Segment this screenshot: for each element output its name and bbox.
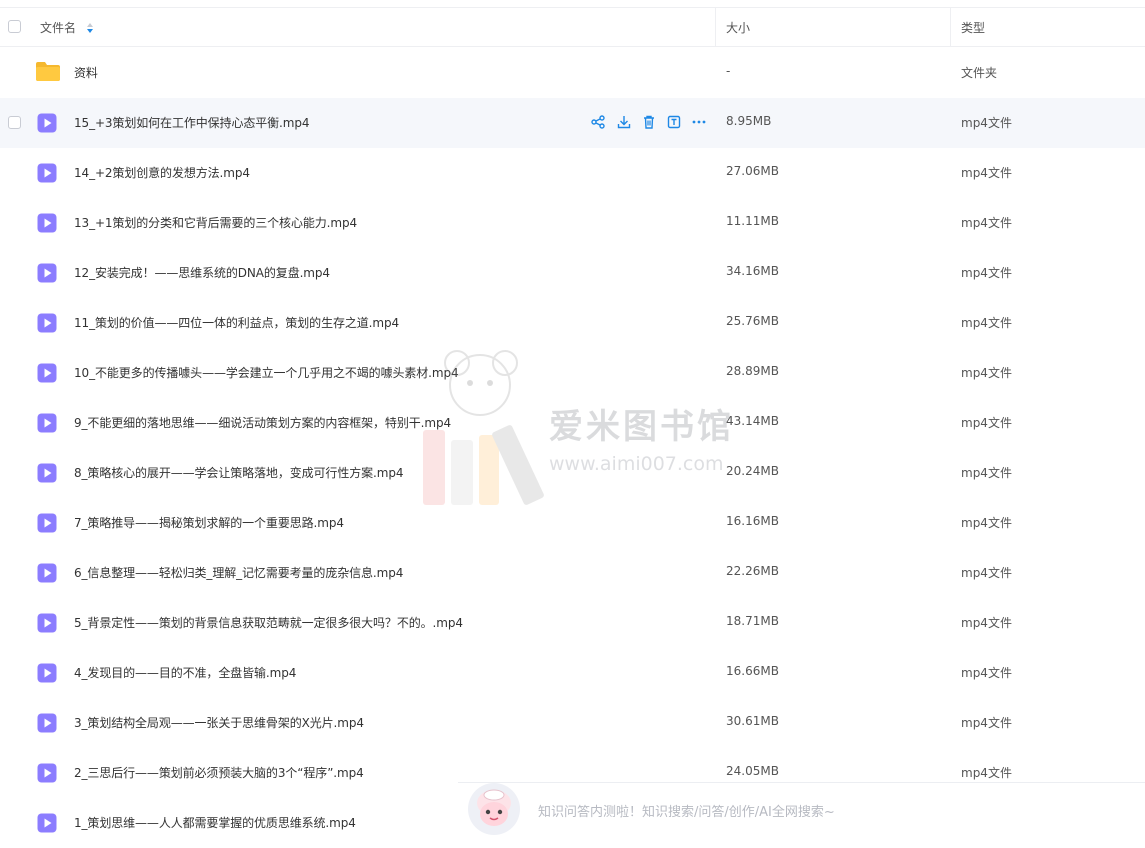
file-name[interactable]: 15_+3策划如何在工作中保持心态平衡.mp4 bbox=[74, 114, 310, 131]
file-type: mp4文件 bbox=[961, 366, 1012, 380]
file-size: 34.16MB bbox=[726, 264, 779, 278]
file-row[interactable]: 13_+1策划的分类和它背后需要的三个核心能力.mp4 11.11MB mp4文件 bbox=[0, 198, 1145, 248]
file-name[interactable]: 11_策划的价值——四位一体的利益点，策划的生存之道.mp4 bbox=[74, 314, 399, 331]
file-type: 文件夹 bbox=[961, 66, 998, 80]
file-name[interactable]: 6_信息整理——轻松归类_理解_记忆需要考量的庞杂信息.mp4 bbox=[74, 564, 403, 581]
rename-icon[interactable] bbox=[666, 114, 682, 130]
file-row[interactable]: 11_策划的价值——四位一体的利益点，策划的生存之道.mp4 25.76MB mp4… bbox=[0, 298, 1145, 348]
video-file-icon bbox=[37, 563, 57, 583]
ai-assistant-bar[interactable]: 知识问答内测啦！知识搜索/问答/创作/AI全网搜索~ bbox=[458, 782, 1145, 835]
file-list-header: 文件名 大小 类型 bbox=[0, 7, 1145, 47]
sort-icon[interactable] bbox=[86, 22, 94, 34]
video-file-icon bbox=[37, 163, 57, 183]
video-file-icon bbox=[37, 113, 57, 133]
select-all-checkbox[interactable] bbox=[8, 20, 21, 33]
download-icon[interactable] bbox=[616, 114, 632, 130]
file-name[interactable]: 13_+1策划的分类和它背后需要的三个核心能力.mp4 bbox=[74, 214, 357, 231]
video-file-icon bbox=[37, 363, 57, 383]
file-row[interactable]: 3_策划结构全局观——一张关于思维骨架的X光片.mp4 30.61MB mp4文件 bbox=[0, 698, 1145, 748]
file-size: 22.26MB bbox=[726, 564, 779, 578]
file-name[interactable]: 14_+2策划创意的发想方法.mp4 bbox=[74, 164, 250, 181]
column-header-size[interactable]: 大小 bbox=[726, 19, 750, 36]
file-type: mp4文件 bbox=[961, 766, 1012, 780]
file-size: 25.76MB bbox=[726, 314, 779, 328]
file-type: mp4文件 bbox=[961, 166, 1012, 180]
file-row[interactable]: 12_安装完成！——思维系统的DNA的复盘.mp4 34.16MB mp4文件 bbox=[0, 248, 1145, 298]
file-size: 30.61MB bbox=[726, 714, 779, 728]
file-size: 28.89MB bbox=[726, 364, 779, 378]
file-name[interactable]: 10_不能更多的传播噱头——学会建立一个几乎用之不竭的噱头素材.mp4 bbox=[74, 364, 459, 381]
file-size: 8.95MB bbox=[726, 114, 772, 128]
video-file-icon bbox=[37, 263, 57, 283]
video-file-icon bbox=[37, 413, 57, 433]
file-name[interactable]: 2_三思后行——策划前必须预装大脑的3个“程序”.mp4 bbox=[74, 764, 364, 781]
video-file-icon bbox=[37, 313, 57, 333]
column-divider[interactable] bbox=[715, 8, 716, 47]
folder-row[interactable]: 资料 - 文件夹 bbox=[0, 48, 1145, 98]
file-name[interactable]: 9_不能更细的落地思维——细说活动策划方案的内容框架，特别干.mp4 bbox=[74, 414, 451, 431]
file-type: mp4文件 bbox=[961, 566, 1012, 580]
file-type: mp4文件 bbox=[961, 666, 1012, 680]
file-type: mp4文件 bbox=[961, 466, 1012, 480]
file-size: 27.06MB bbox=[726, 164, 779, 178]
file-row[interactable]: 9_不能更细的落地思维——细说活动策划方案的内容框架，特别干.mp4 43.14M… bbox=[0, 398, 1145, 448]
row-checkbox[interactable] bbox=[8, 116, 21, 129]
column-divider[interactable] bbox=[950, 8, 951, 47]
video-file-icon bbox=[37, 613, 57, 633]
folder-icon bbox=[36, 62, 60, 81]
file-type: mp4文件 bbox=[961, 616, 1012, 630]
delete-icon[interactable] bbox=[641, 114, 657, 130]
file-row[interactable]: 8_策略核心的展开——学会让策略落地，变成可行性方案.mp4 20.24MB mp4… bbox=[0, 448, 1145, 498]
ai-mascot-icon[interactable] bbox=[466, 781, 522, 837]
file-name[interactable]: 资料 bbox=[74, 64, 98, 81]
file-size: 11.11MB bbox=[726, 214, 779, 228]
file-row[interactable]: 4_发现目的——目的不准，全盘皆输.mp4 16.66MB mp4文件 bbox=[0, 648, 1145, 698]
file-size: 18.71MB bbox=[726, 614, 779, 628]
file-row[interactable]: 5_背景定性——策划的背景信息获取范畴就一定很多很大吗？不的。.mp4 18.71… bbox=[0, 598, 1145, 648]
ai-prompt-text[interactable]: 知识问答内测啦！知识搜索/问答/创作/AI全网搜索~ bbox=[538, 801, 835, 820]
video-file-icon bbox=[37, 463, 57, 483]
file-type: mp4文件 bbox=[961, 116, 1012, 130]
file-row[interactable]: 10_不能更多的传播噱头——学会建立一个几乎用之不竭的噱头素材.mp4 28.89… bbox=[0, 348, 1145, 398]
file-name[interactable]: 1_策划思维——人人都需要掌握的优质思维系统.mp4 bbox=[74, 814, 356, 831]
file-size: 24.05MB bbox=[726, 764, 779, 778]
file-row[interactable]: 14_+2策划创意的发想方法.mp4 27.06MB mp4文件 bbox=[0, 148, 1145, 198]
video-file-icon bbox=[37, 663, 57, 683]
file-name[interactable]: 4_发现目的——目的不准，全盘皆输.mp4 bbox=[74, 664, 296, 681]
file-name[interactable]: 5_背景定性——策划的背景信息获取范畴就一定很多很大吗？不的。.mp4 bbox=[74, 614, 463, 631]
column-header-name[interactable]: 文件名 bbox=[40, 19, 76, 36]
video-file-icon bbox=[37, 713, 57, 733]
video-file-icon bbox=[37, 213, 57, 233]
file-row[interactable]: 7_策略推导——揭秘策划求解的一个重要思路.mp4 16.16MB mp4文件 bbox=[0, 498, 1145, 548]
file-size: 16.16MB bbox=[726, 514, 779, 528]
file-type: mp4文件 bbox=[961, 266, 1012, 280]
file-type: mp4文件 bbox=[961, 416, 1012, 430]
file-type: mp4文件 bbox=[961, 316, 1012, 330]
file-row[interactable]: 15_+3策划如何在工作中保持心态平衡.mp4 8.95MB mp4文件 bbox=[0, 98, 1145, 148]
more-icon[interactable] bbox=[691, 114, 707, 130]
file-type: mp4文件 bbox=[961, 716, 1012, 730]
file-size: 20.24MB bbox=[726, 464, 779, 478]
file-row[interactable]: 6_信息整理——轻松归类_理解_记忆需要考量的庞杂信息.mp4 22.26MB mp… bbox=[0, 548, 1145, 598]
file-name[interactable]: 12_安装完成！——思维系统的DNA的复盘.mp4 bbox=[74, 264, 330, 281]
video-file-icon bbox=[37, 763, 57, 783]
file-size: 16.66MB bbox=[726, 664, 779, 678]
share-icon[interactable] bbox=[590, 114, 606, 130]
file-type: mp4文件 bbox=[961, 516, 1012, 530]
column-header-type[interactable]: 类型 bbox=[961, 19, 985, 36]
file-size: - bbox=[726, 64, 731, 78]
file-size: 43.14MB bbox=[726, 414, 779, 428]
file-name[interactable]: 8_策略核心的展开——学会让策略落地，变成可行性方案.mp4 bbox=[74, 464, 404, 481]
video-file-icon bbox=[37, 513, 57, 533]
video-file-icon bbox=[37, 813, 57, 833]
file-name[interactable]: 7_策略推导——揭秘策划求解的一个重要思路.mp4 bbox=[74, 514, 344, 531]
file-name[interactable]: 3_策划结构全局观——一张关于思维骨架的X光片.mp4 bbox=[74, 714, 364, 731]
file-type: mp4文件 bbox=[961, 216, 1012, 230]
